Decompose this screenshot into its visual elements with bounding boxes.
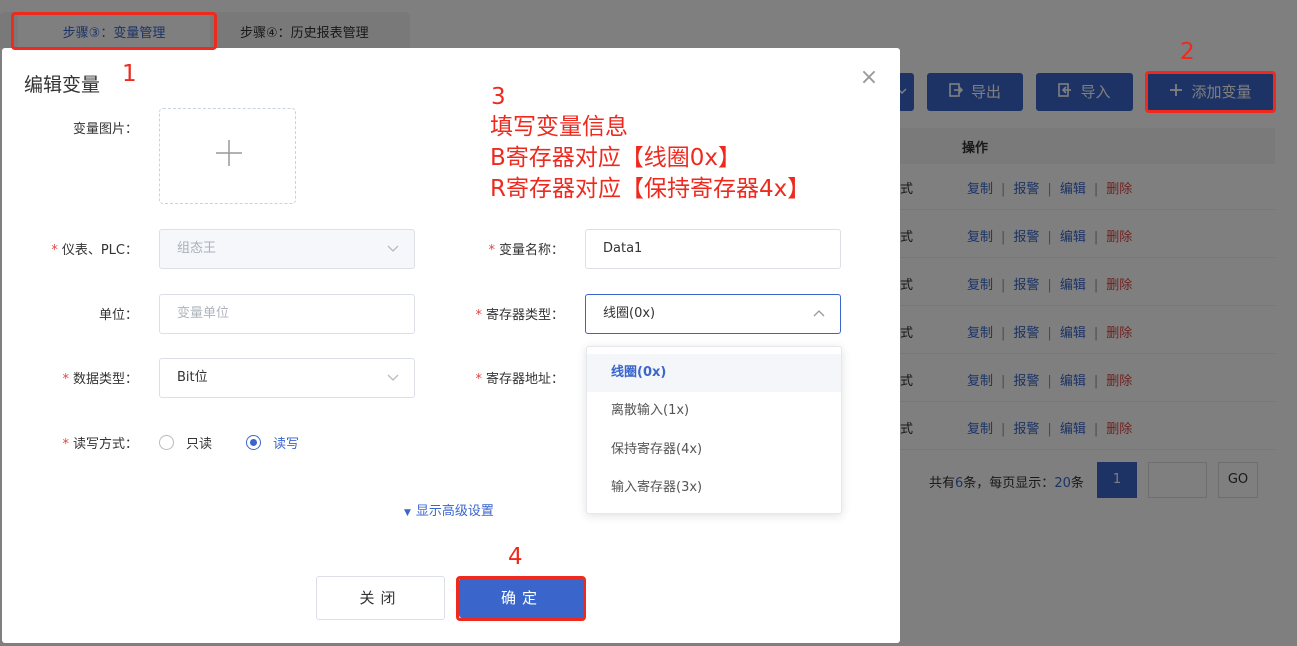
annotation-line-b-register: B寄存器对应【线圈0x】 [490,145,742,171]
var-name-input[interactable]: Data1 [585,229,841,269]
unit-label: 单位： [98,308,138,323]
chevron-down-icon [387,374,399,381]
plus-icon [160,139,297,173]
option-discrete-input[interactable]: 离散输入(1x) [587,392,841,430]
option-coil[interactable]: 线圈(0x) [587,354,841,392]
annotation-number-4: 4 [508,544,523,570]
image-upload[interactable] [159,108,296,204]
rw-mode-label: * 读写方式： [62,437,138,452]
register-type-value: 线圈(0x) [603,306,656,321]
register-type-label: * 寄存器类型： [475,308,564,323]
close-icon[interactable]: × [857,66,881,90]
annotation-box-tab [11,12,217,50]
var-name-label: * 变量名称： [488,243,564,258]
register-address-label: * 寄存器地址： [475,372,564,387]
dialog-title: 编辑变量 [24,74,101,96]
option-input-register[interactable]: 输入寄存器(3x) [587,469,841,507]
data-type-value: Bit位 [177,370,208,385]
radio-circle [159,434,174,450]
device-value: 组态王 [177,241,217,256]
show-advanced-link[interactable]: ▼ 显示高级设置 [404,500,494,519]
option-holding-register[interactable]: 保持寄存器(4x) [587,431,841,469]
var-name-value: Data1 [603,241,643,256]
annotation-box-add [1145,71,1276,113]
image-label: 变量图片： [72,122,138,137]
annotation-number-3: 3 [491,84,506,110]
annotation-line-fill-info: 填写变量信息 [490,114,628,140]
data-type-select[interactable]: Bit位 [159,358,415,398]
radio-read-write[interactable]: 读写 [246,432,299,452]
device-select[interactable]: 组态王 [159,229,415,269]
radio-read-only[interactable]: 只读 [159,432,212,452]
close-button[interactable]: 关闭 [316,576,445,620]
data-type-label: * 数据类型： [62,372,138,387]
chevron-up-icon [813,310,825,317]
annotation-number-1: 1 [122,61,137,87]
unit-placeholder: 变量单位 [177,306,230,321]
annotation-number-2: 2 [1180,39,1195,65]
register-type-select[interactable]: 线圈(0x) [585,294,841,334]
annotation-line-r-register: R寄存器对应【保持寄存器4x】 [490,176,811,202]
annotation-instructions: 填写变量信息 B寄存器对应【线圈0x】 R寄存器对应【保持寄存器4x】 [490,112,810,205]
caret-down-icon: ▼ [404,508,411,518]
chevron-down-icon [387,245,399,252]
device-label: * 仪表、PLC： [51,243,138,258]
annotation-box-confirm [456,576,586,621]
radio-circle [246,434,261,450]
unit-input[interactable]: 变量单位 [159,294,415,334]
register-type-dropdown: 线圈(0x) 离散输入(1x) 保持寄存器(4x) 输入寄存器(3x) [586,346,842,514]
